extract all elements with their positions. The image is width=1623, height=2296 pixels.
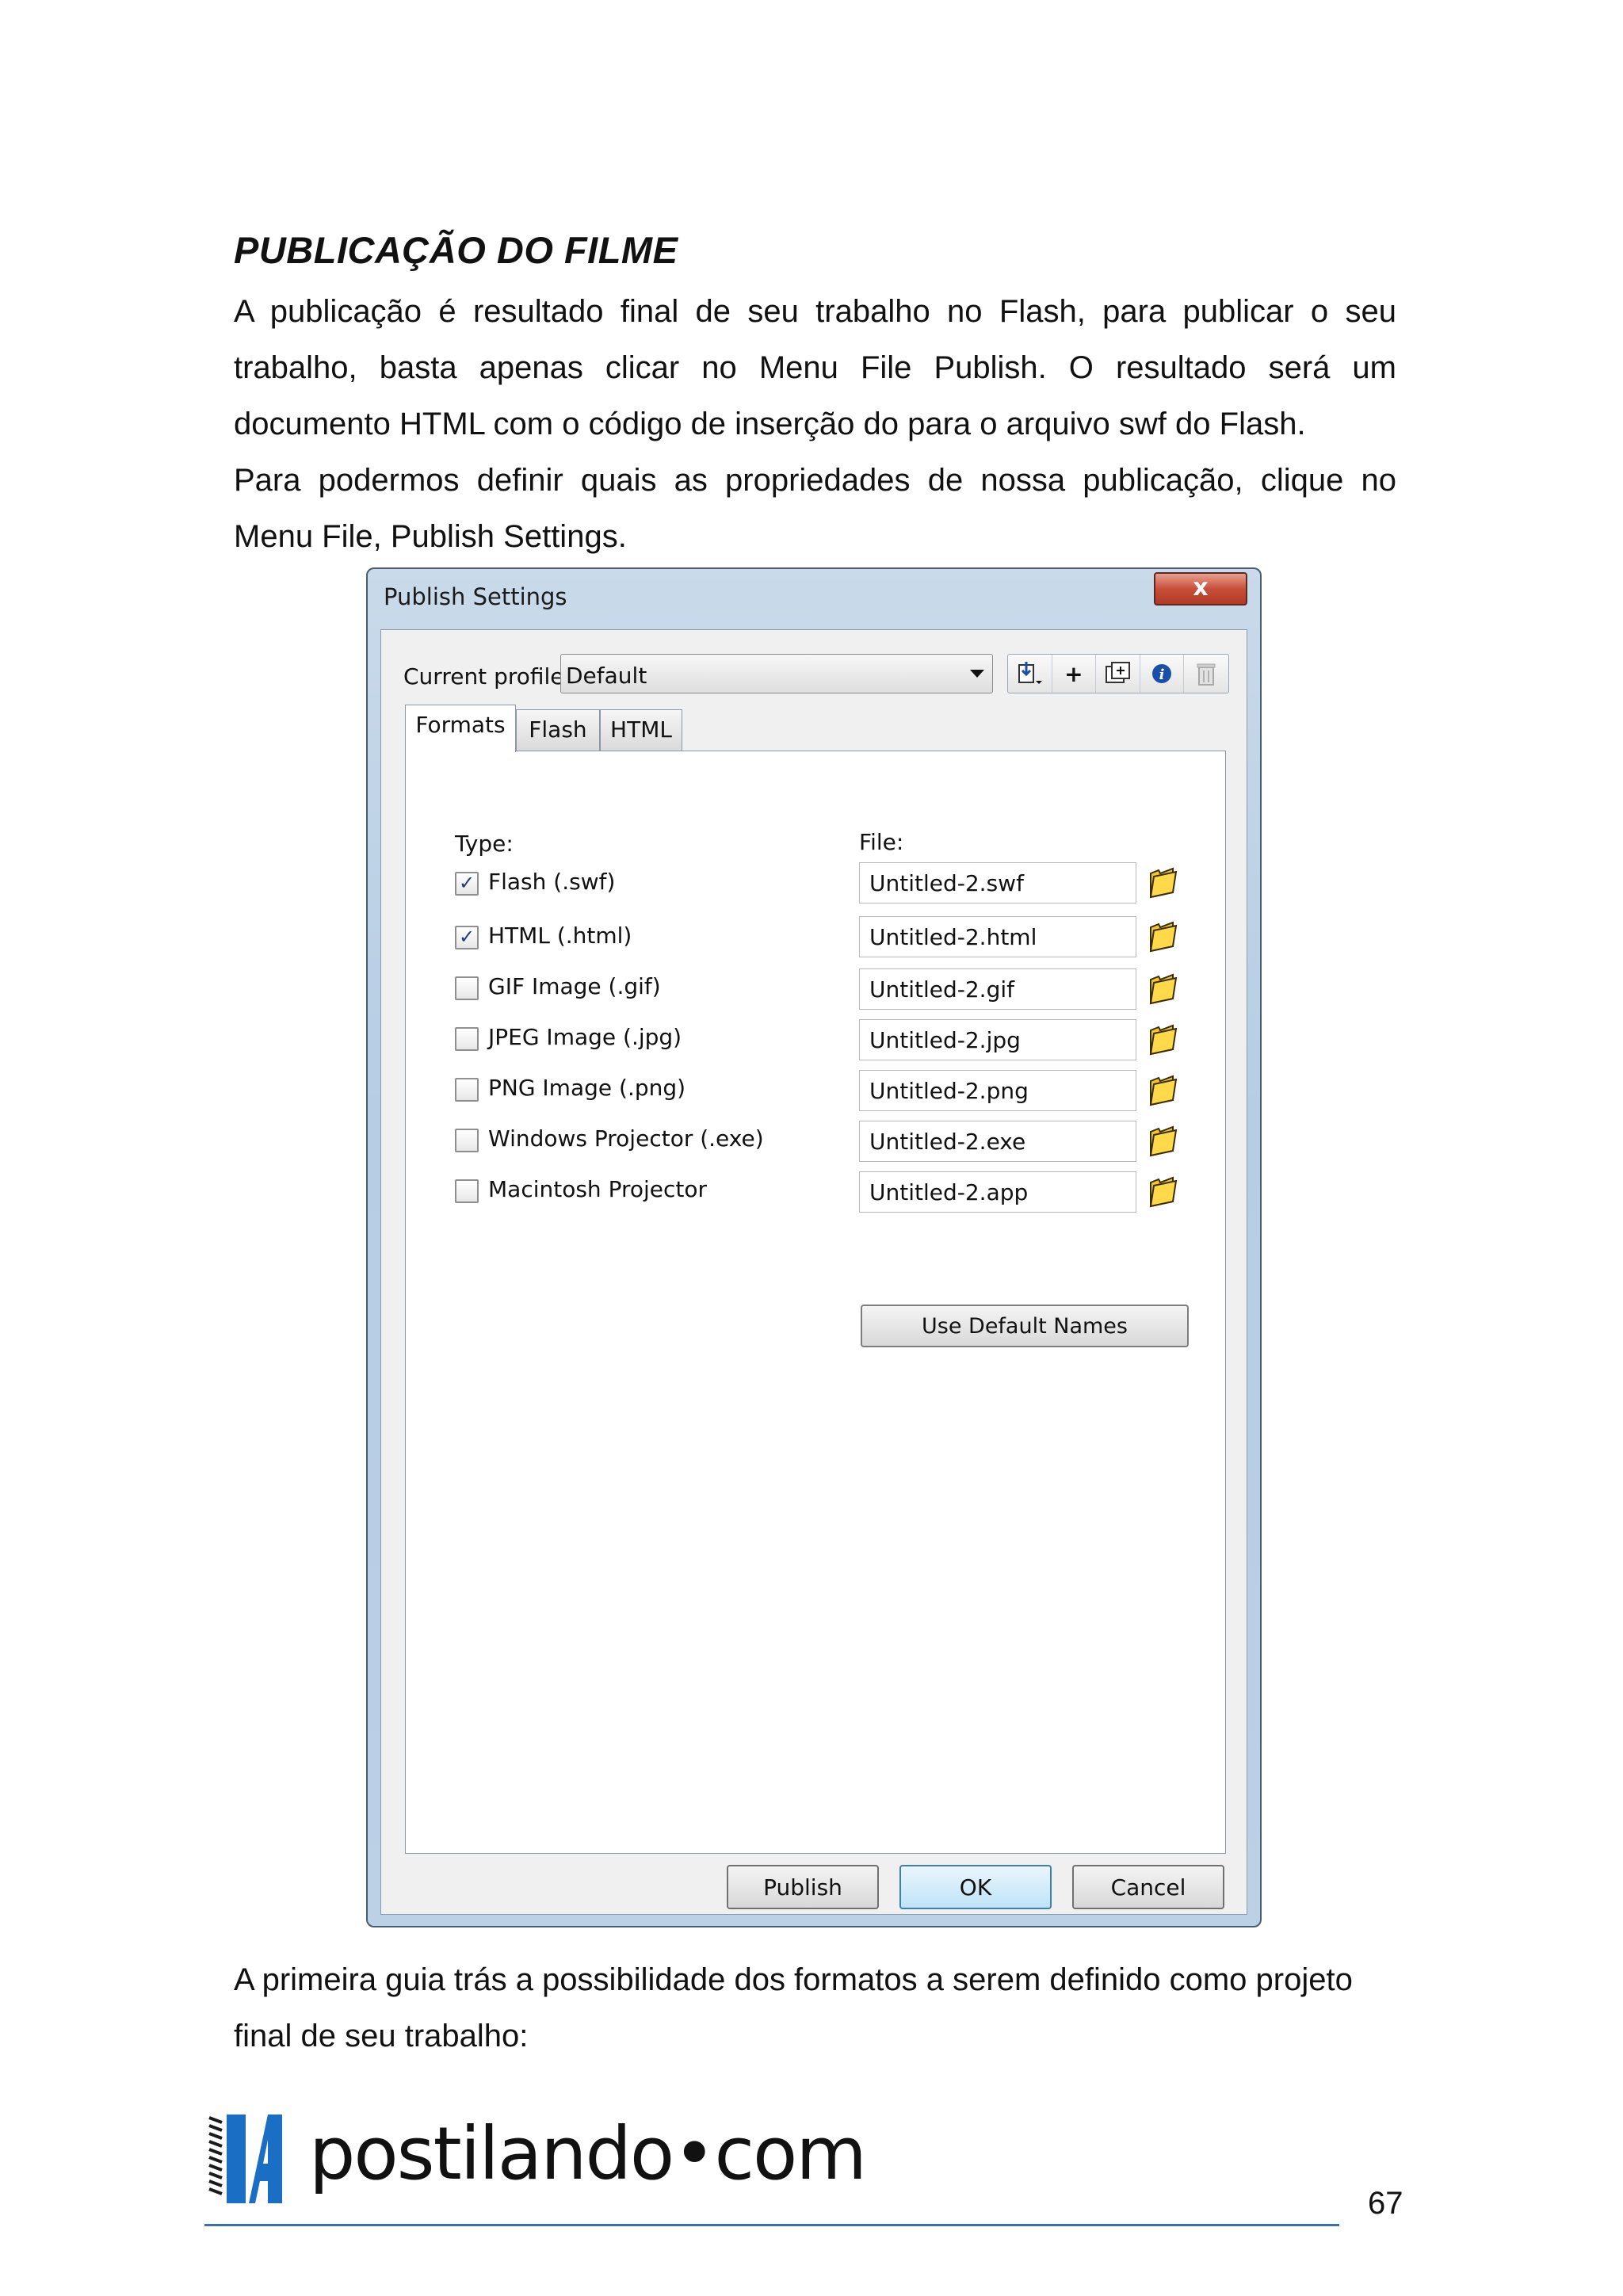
- file-name-input[interactable]: [859, 1121, 1136, 1162]
- duplicate-profile-button[interactable]: [1096, 655, 1140, 693]
- format-label[interactable]: GIF Image (.gif): [488, 973, 661, 999]
- file-name-input[interactable]: [859, 968, 1136, 1010]
- current-profile-label: Current profile:: [403, 663, 571, 690]
- tab-formats[interactable]: Formats: [405, 705, 516, 752]
- ok-button[interactable]: OK: [899, 1865, 1052, 1909]
- file-name-input[interactable]: [859, 916, 1136, 957]
- chevron-down-icon: [970, 670, 984, 678]
- file-name-input[interactable]: [859, 1019, 1136, 1060]
- format-checkbox[interactable]: [455, 1179, 479, 1203]
- formats-panel: Type: File: ✓ Flash (.swf) ✓ HTML (.html) GI…: [405, 751, 1226, 1854]
- format-checkbox[interactable]: ✓: [455, 872, 479, 896]
- file-name-input[interactable]: [859, 1070, 1136, 1111]
- publish-settings-dialog: Publish Settings x Current profile: Defa…: [366, 567, 1262, 1927]
- profile-select-value: Default: [566, 663, 647, 689]
- profile-toolbar: + i: [1007, 654, 1229, 693]
- delete-profile-button[interactable]: [1184, 655, 1228, 693]
- tab-flash[interactable]: Flash: [516, 709, 600, 751]
- folder-icon[interactable]: [1148, 972, 1179, 1005]
- file-name-input[interactable]: [859, 862, 1136, 904]
- paragraph-formats: A primeira guia trás a possibilidade dos…: [234, 1962, 1353, 2053]
- file-column-header: File:: [859, 829, 904, 855]
- import-export-icon: [1018, 662, 1043, 684]
- svg-text:i: i: [1159, 667, 1165, 683]
- profile-select[interactable]: Default: [560, 654, 993, 693]
- folder-icon[interactable]: [1148, 1124, 1179, 1157]
- format-checkbox[interactable]: ✓: [455, 926, 479, 949]
- format-label[interactable]: PNG Image (.png): [488, 1075, 685, 1101]
- profile-properties-button[interactable]: i: [1140, 655, 1185, 693]
- close-icon: x: [1193, 574, 1209, 602]
- format-checkbox[interactable]: [455, 1027, 479, 1051]
- folder-icon[interactable]: [1148, 1022, 1179, 1056]
- format-label[interactable]: Macintosh Projector: [488, 1176, 707, 1202]
- page-number: 67: [1368, 2186, 1403, 2221]
- paragraph-intro: A publicação é resultado final de seu tr…: [234, 294, 1396, 441]
- format-checkbox[interactable]: [455, 1078, 479, 1102]
- plus-icon: +: [1064, 660, 1083, 687]
- logo-wordmark: postilando•com: [309, 2111, 867, 2196]
- format-label[interactable]: Flash (.swf): [488, 869, 615, 895]
- format-checkbox[interactable]: [455, 1129, 479, 1152]
- add-profile-button[interactable]: +: [1052, 655, 1097, 693]
- logo-spiral-icon: [208, 2115, 282, 2203]
- trash-icon: [1197, 663, 1216, 686]
- page-title: PUBLICAÇÃO DO FILME: [234, 229, 678, 271]
- import-export-profile-button[interactable]: [1008, 655, 1052, 693]
- folder-icon[interactable]: [1148, 919, 1179, 953]
- format-label[interactable]: Windows Projector (.exe): [488, 1125, 764, 1152]
- publish-button[interactable]: Publish: [727, 1865, 879, 1909]
- folder-icon[interactable]: [1148, 1073, 1179, 1106]
- format-label[interactable]: JPEG Image (.jpg): [488, 1024, 682, 1050]
- dialog-client-area: Current profile: Default + i Formats Fla…: [380, 629, 1247, 1915]
- duplicate-icon: [1106, 662, 1131, 683]
- footer-divider: [204, 2224, 1339, 2226]
- paragraph-settings: Para podermos definir quais as proprieda…: [234, 463, 1396, 554]
- dialog-title-bar[interactable]: Publish Settings x: [368, 569, 1260, 625]
- tab-html[interactable]: HTML: [600, 709, 682, 751]
- use-default-names-button[interactable]: Use Default Names: [861, 1305, 1189, 1347]
- info-icon: i: [1152, 664, 1172, 683]
- folder-icon[interactable]: [1148, 865, 1179, 899]
- format-label[interactable]: HTML (.html): [488, 923, 632, 949]
- format-checkbox[interactable]: [455, 976, 479, 1000]
- folder-icon[interactable]: [1148, 1175, 1179, 1208]
- dialog-title: Publish Settings: [384, 583, 567, 610]
- file-name-input[interactable]: [859, 1171, 1136, 1213]
- cancel-button[interactable]: Cancel: [1072, 1865, 1224, 1909]
- close-button[interactable]: x: [1154, 572, 1247, 606]
- type-column-header: Type:: [455, 831, 514, 857]
